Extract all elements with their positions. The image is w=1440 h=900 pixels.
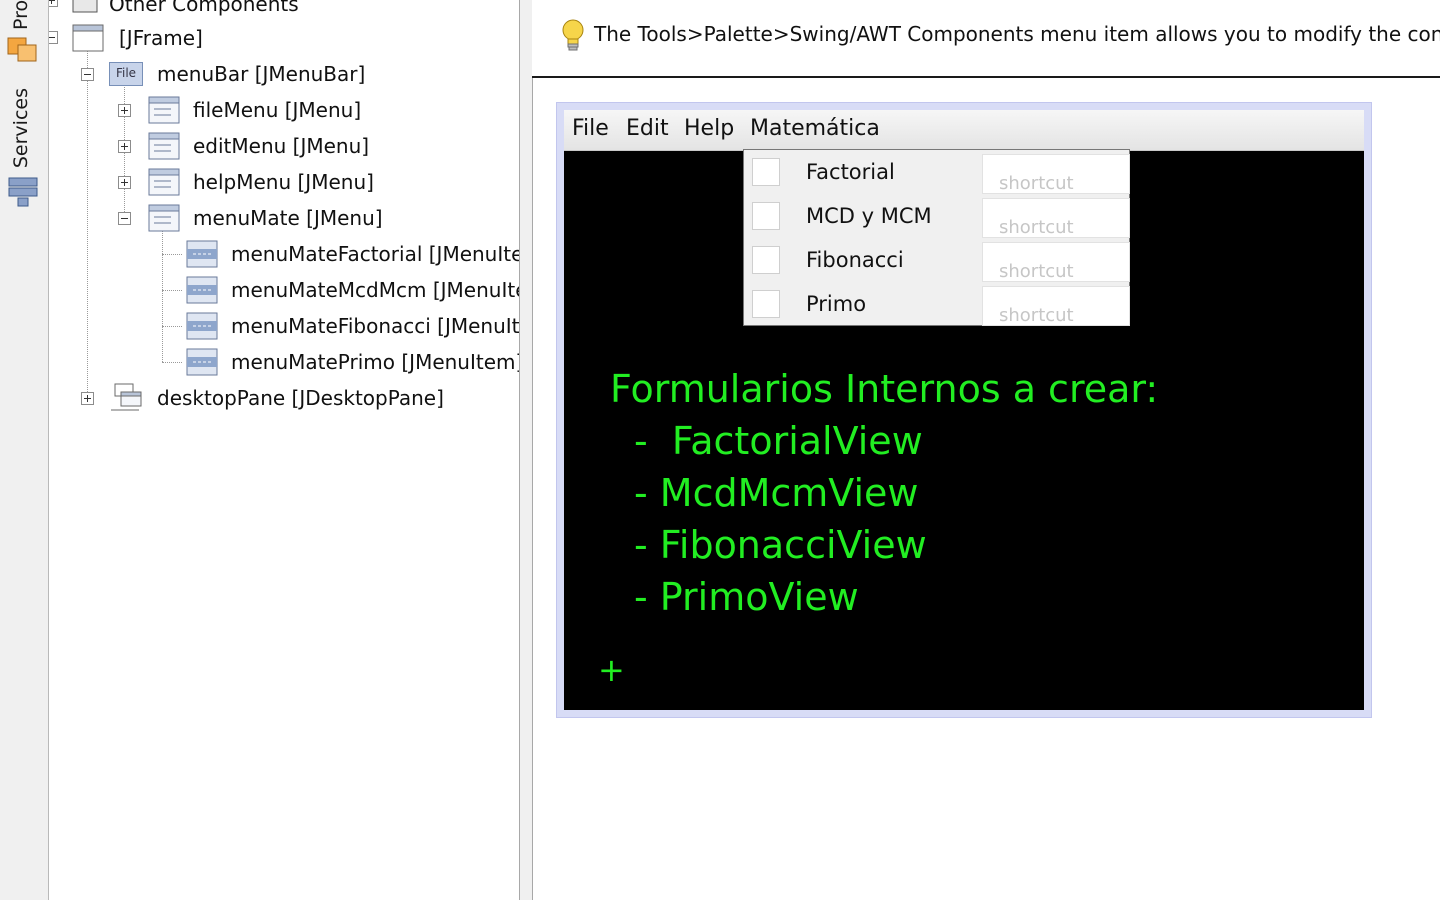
hint-bar: The Tools>Palette>Swing/AWT Components m…	[532, 0, 1440, 78]
menu-item-icon	[186, 276, 218, 304]
tree-item-menumateprimo[interactable]: menuMatePrimo [JMenuItem]	[185, 344, 519, 380]
tree-item-menumatefibonacci[interactable]: menuMateFibonacci [JMenuIte	[185, 308, 519, 344]
lightbulb-icon	[560, 18, 586, 56]
tree-item-jframe[interactable]: [JFrame]	[71, 20, 203, 56]
tree-item-label: [JFrame]	[119, 26, 203, 50]
tree-item-editmenu[interactable]: editMenu [JMenu]	[147, 128, 369, 164]
hint-text: The Tools>Palette>Swing/AWT Components m…	[594, 22, 1440, 46]
popup-item-fibonacci[interactable]: Fibonacci shortcut	[744, 238, 1130, 282]
popup-item-label: MCD y MCM	[806, 204, 932, 228]
tree-item-other-components[interactable]: Other Components	[69, 0, 299, 22]
tree-item-label: menuBar [JMenuBar]	[157, 62, 366, 86]
menu-icon	[148, 132, 180, 160]
panel-splitter[interactable]	[519, 0, 533, 900]
menu-file[interactable]: File	[572, 116, 609, 141]
shortcut-field[interactable]: shortcut	[982, 198, 1130, 238]
desktop-pane-icon	[111, 383, 142, 411]
tree-item-helpmenu[interactable]: helpMenu [JMenu]	[147, 164, 374, 200]
tree-item-desktoppane[interactable]: desktopPane [JDesktopPane]	[109, 380, 444, 416]
tree-item-label: menuMateMcdMcm [JMenuIter	[231, 278, 519, 302]
design-menubar: File Edit Help Matemática	[564, 110, 1364, 151]
tree-item-filemenu[interactable]: fileMenu [JMenu]	[147, 92, 361, 128]
components-icon	[72, 0, 98, 13]
menu-item-icon	[186, 348, 218, 376]
popup-item-label: Factorial	[806, 160, 895, 184]
menu-edit[interactable]: Edit	[626, 116, 669, 141]
projects-tab-label[interactable]: Pro	[10, 0, 32, 30]
menubar-icon: File	[109, 62, 143, 86]
tree-expand-toggle[interactable]	[118, 140, 131, 153]
matematica-popup-menu: Factorial shortcut MCD y MCM shortcut Fi…	[743, 149, 1130, 326]
popup-item-primo[interactable]: Primo shortcut	[744, 282, 1130, 326]
menu-item-checkbox[interactable]	[752, 246, 780, 274]
popup-item-factorial[interactable]: Factorial shortcut	[744, 150, 1130, 194]
menu-item-checkbox[interactable]	[752, 290, 780, 318]
menu-matematica[interactable]: Matemática	[750, 116, 880, 141]
desktop-line: - FactorialView	[634, 419, 923, 463]
tree-item-menubar[interactable]: File menuBar [JMenuBar]	[109, 56, 365, 92]
popup-item-label: Primo	[806, 292, 867, 316]
menu-icon	[148, 96, 180, 124]
tree-item-label: editMenu [JMenu]	[193, 134, 370, 158]
tree-item-label: menuMatePrimo [JMenuItem]	[231, 350, 519, 374]
menu-item-checkbox[interactable]	[752, 202, 780, 230]
tree-expand-toggle[interactable]	[81, 392, 94, 405]
popup-item-label: Fibonacci	[806, 248, 904, 272]
desktop-line: - FibonacciView	[634, 523, 927, 567]
tree-item-label: fileMenu [JMenu]	[193, 98, 362, 122]
tree-item-menumatemcdmcm[interactable]: menuMateMcdMcm [JMenuIter	[185, 272, 519, 308]
tree-expand-toggle[interactable]	[118, 176, 131, 189]
popup-item-mcd-mcm[interactable]: MCD y MCM shortcut	[744, 194, 1130, 238]
tree-item-label: menuMate [JMenu]	[193, 206, 383, 230]
shortcut-field[interactable]: shortcut	[982, 154, 1130, 194]
side-tab-strip: Pro Services	[0, 0, 49, 900]
navigator-tree: Other Components [JFrame] File menuBar […	[49, 0, 519, 900]
menu-item-icon	[186, 312, 218, 340]
tree-item-label: helpMenu [JMenu]	[193, 170, 374, 194]
tree-item-label: desktopPane [JDesktopPane]	[157, 386, 444, 410]
tree-collapse-toggle[interactable]	[118, 212, 131, 225]
tree-expand-toggle[interactable]	[49, 0, 58, 7]
tree-collapse-toggle[interactable]	[49, 31, 58, 44]
crosshair-cursor: +	[598, 651, 625, 689]
menu-item-icon	[186, 240, 218, 268]
tree-expand-toggle[interactable]	[118, 104, 131, 117]
desktop-line: - PrimoView	[634, 575, 859, 619]
tree-item-label: menuMateFibonacci [JMenuIte	[231, 314, 519, 338]
shortcut-field[interactable]: shortcut	[982, 242, 1130, 282]
desktop-line: - McdMcmView	[634, 471, 919, 515]
projects-icon[interactable]	[6, 34, 40, 68]
menu-item-checkbox[interactable]	[752, 158, 780, 186]
tree-item-menumatefactorial[interactable]: menuMateFactorial [JMenuIte	[185, 236, 519, 272]
tree-item-label: Other Components	[109, 0, 299, 16]
frame-icon	[72, 24, 104, 52]
desktop-heading: Formularios Internos a crear:	[610, 367, 1159, 411]
tree-item-label: menuMateFactorial [JMenuIte	[231, 242, 519, 266]
menu-help[interactable]: Help	[684, 116, 734, 141]
tree-collapse-toggle[interactable]	[81, 68, 94, 81]
services-icon[interactable]	[6, 176, 40, 212]
menu-icon	[148, 168, 180, 196]
shortcut-field[interactable]: shortcut	[982, 286, 1130, 326]
tree-item-menumate[interactable]: menuMate [JMenu]	[147, 200, 383, 236]
services-tab-label[interactable]: Services	[10, 88, 32, 168]
menu-icon	[148, 204, 180, 232]
